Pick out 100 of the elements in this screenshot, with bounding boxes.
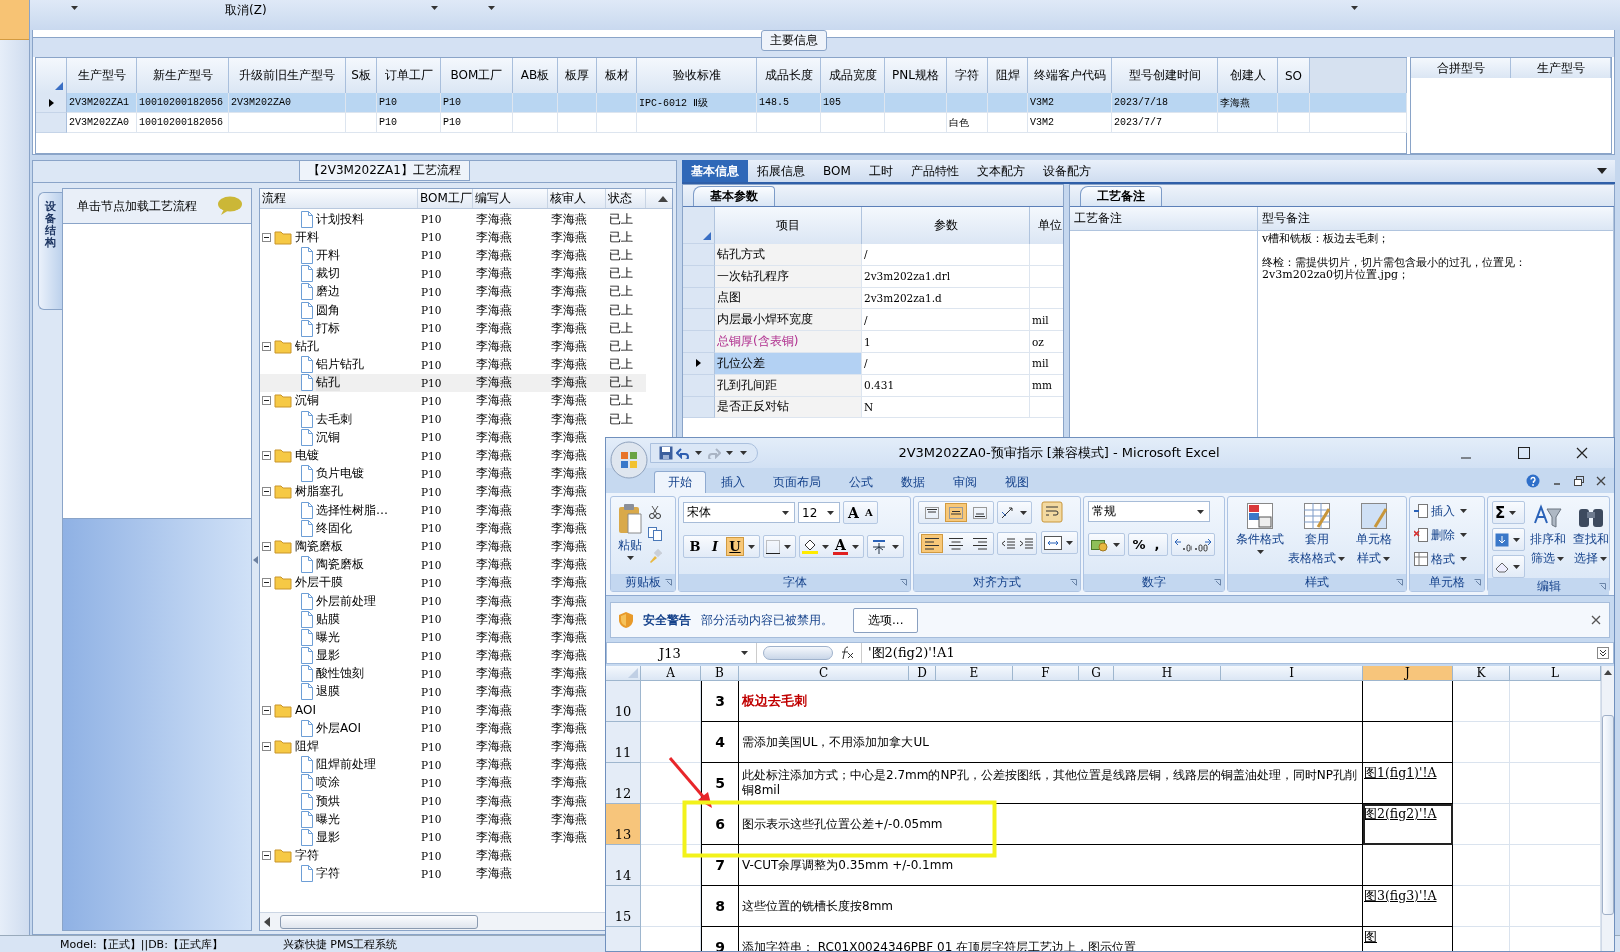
tree-item[interactable]: 喷涂: [316, 774, 340, 792]
collapse-icon[interactable]: [262, 341, 271, 351]
tree-item[interactable]: 阻焊: [295, 738, 319, 756]
tree-item[interactable]: 选择性树脂…: [316, 501, 388, 519]
close-icon[interactable]: [1576, 447, 1588, 459]
scroll-thumb[interactable]: [280, 914, 478, 929]
scissors-icon[interactable]: [648, 505, 662, 519]
table-row[interactable]: 内层最小焊环宽度 / mil: [683, 309, 1063, 332]
tab[interactable]: 设备配方: [1033, 160, 1100, 182]
empty-cell[interactable]: [1363, 681, 1453, 722]
format-button[interactable]: I: [706, 537, 724, 556]
close-icon[interactable]: [1596, 475, 1606, 486]
column-header[interactable]: H: [1114, 666, 1221, 680]
tree-item[interactable]: 去毛刺: [316, 410, 352, 428]
dialog-launcher-icon[interactable]: [1474, 579, 1481, 586]
tree-item[interactable]: 外层干膜: [295, 574, 343, 592]
cells-button[interactable]: 格式: [1414, 549, 1480, 569]
column-header[interactable]: 生产型号: [1511, 58, 1611, 78]
collapse-icon[interactable]: [262, 742, 271, 752]
caret-icon[interactable]: [1351, 6, 1358, 10]
tab[interactable]: 基本信息: [682, 160, 748, 182]
table-row[interactable]: 孔位公差 / mil: [683, 353, 1063, 375]
tree-item[interactable]: 负片电镀: [316, 465, 364, 483]
column-header[interactable]: B: [701, 666, 739, 680]
tree-item[interactable]: 裁切: [316, 265, 340, 283]
ribbon-tab[interactable]: 公式: [836, 471, 886, 493]
ribbon-tab[interactable]: 开始: [654, 471, 706, 493]
caret-icon[interactable]: [1513, 537, 1520, 542]
tree-item[interactable]: 电镀: [295, 447, 319, 465]
table-row[interactable]: 是否正反对钻 N: [683, 396, 1063, 419]
caret-icon[interactable]: [488, 6, 495, 10]
tab[interactable]: 工艺备注: [1080, 186, 1162, 206]
decrease-indent-icon[interactable]: [1000, 536, 1016, 551]
collapse-icon[interactable]: [262, 578, 271, 588]
decrease-decimal-icon[interactable]: [1194, 537, 1212, 552]
fill-down-icon[interactable]: [1495, 532, 1509, 547]
column-header[interactable]: 流程: [260, 189, 418, 208]
table-row[interactable]: 2V3M202ZA1 10010200182056 2V3M202ZA0 P10 P10 IPC-6012 Ⅱ级 148.5 105 V3M2 2023/7/18 李海燕: [36, 93, 1406, 113]
cell-link[interactable]: 图3(fig3)'!A: [1364, 888, 1437, 903]
office-button-icon[interactable]: [610, 441, 648, 479]
currency-icon[interactable]: [1091, 537, 1109, 552]
caret-icon[interactable]: [1337, 556, 1345, 561]
caret-icon[interactable]: [827, 510, 834, 515]
borders-icon[interactable]: [766, 539, 780, 554]
cell-link[interactable]: 图2(fig2)'!A: [1364, 806, 1437, 821]
format-button[interactable]: U: [726, 537, 744, 556]
tree-item[interactable]: 磨边: [316, 283, 340, 301]
tree-item[interactable]: 计划投料: [316, 210, 364, 228]
caret-icon[interactable]: [1599, 556, 1607, 561]
caret-icon[interactable]: [784, 544, 791, 549]
table-row[interactable]: 点图 2v3m202za1.d: [683, 287, 1063, 310]
expand-icon[interactable]: [1597, 647, 1609, 659]
side-tab[interactable]: 设备结构: [38, 192, 62, 310]
column-header[interactable]: 核审人: [548, 189, 606, 208]
name-box[interactable]: J13: [607, 643, 757, 663]
number-format-field[interactable]: 常规: [1088, 501, 1210, 522]
font-size-field[interactable]: 12: [798, 502, 840, 523]
tree-item[interactable]: 显影: [316, 828, 340, 846]
eraser-icon[interactable]: [1495, 560, 1509, 573]
caret-icon[interactable]: [71, 6, 78, 10]
wrap-text-icon[interactable]: [1041, 501, 1063, 523]
row-header[interactable]: 12: [606, 763, 641, 804]
tree-item[interactable]: 字符: [295, 847, 319, 865]
caret-icon[interactable]: [695, 451, 702, 455]
caret-icon[interactable]: [1113, 542, 1120, 547]
column-header[interactable]: 编写人: [473, 189, 548, 208]
tree-item[interactable]: 陶瓷磨板: [316, 556, 364, 574]
caret-icon[interactable]: [1460, 533, 1467, 537]
dialog-launcher-icon[interactable]: [1396, 579, 1403, 586]
font-color-button[interactable]: A: [833, 538, 848, 555]
collapse-icon[interactable]: [262, 396, 271, 406]
dropdown-icon[interactable]: [1597, 168, 1607, 174]
caret-icon[interactable]: [1513, 564, 1520, 569]
caret-icon[interactable]: [1197, 509, 1204, 514]
tree-item[interactable]: 钻孔: [295, 337, 319, 355]
dialog-launcher-icon[interactable]: [900, 579, 907, 586]
ribbon-tab[interactable]: 数据: [888, 471, 938, 493]
table-cell[interactable]: 图2(fig2)'!A: [1363, 804, 1453, 845]
row-header[interactable]: 14: [606, 845, 641, 886]
column-header[interactable]: 型号备注: [1258, 207, 1614, 230]
scroll-thumb[interactable]: [1602, 715, 1614, 915]
undo-icon[interactable]: [676, 447, 690, 459]
tree-item[interactable]: 曝光: [316, 810, 340, 828]
formula-field[interactable]: '图2(fig2)'!A1: [861, 643, 1591, 663]
ribbon-tab[interactable]: 视图: [992, 471, 1042, 493]
caret-icon[interactable]: [626, 556, 634, 560]
tree-item[interactable]: 开料: [316, 246, 340, 264]
column-header[interactable]: E: [936, 666, 1013, 680]
tree-item[interactable]: 曝光: [316, 628, 340, 646]
caret-icon[interactable]: [1460, 509, 1467, 513]
tree-item[interactable]: 贴膜: [316, 610, 340, 628]
scroll-up-icon[interactable]: [658, 196, 668, 202]
tree-item[interactable]: 铝片钻孔: [316, 356, 364, 374]
splitter-handle[interactable]: [763, 646, 833, 660]
caret-icon[interactable]: [1256, 550, 1264, 554]
function-icon[interactable]: [839, 646, 855, 660]
column-header[interactable]: J: [1363, 666, 1453, 680]
table-cell[interactable]: 图1(fig1)'!A: [1363, 763, 1453, 804]
merge-cells-icon[interactable]: [1044, 535, 1062, 550]
tree-item[interactable]: 打标: [316, 319, 340, 337]
